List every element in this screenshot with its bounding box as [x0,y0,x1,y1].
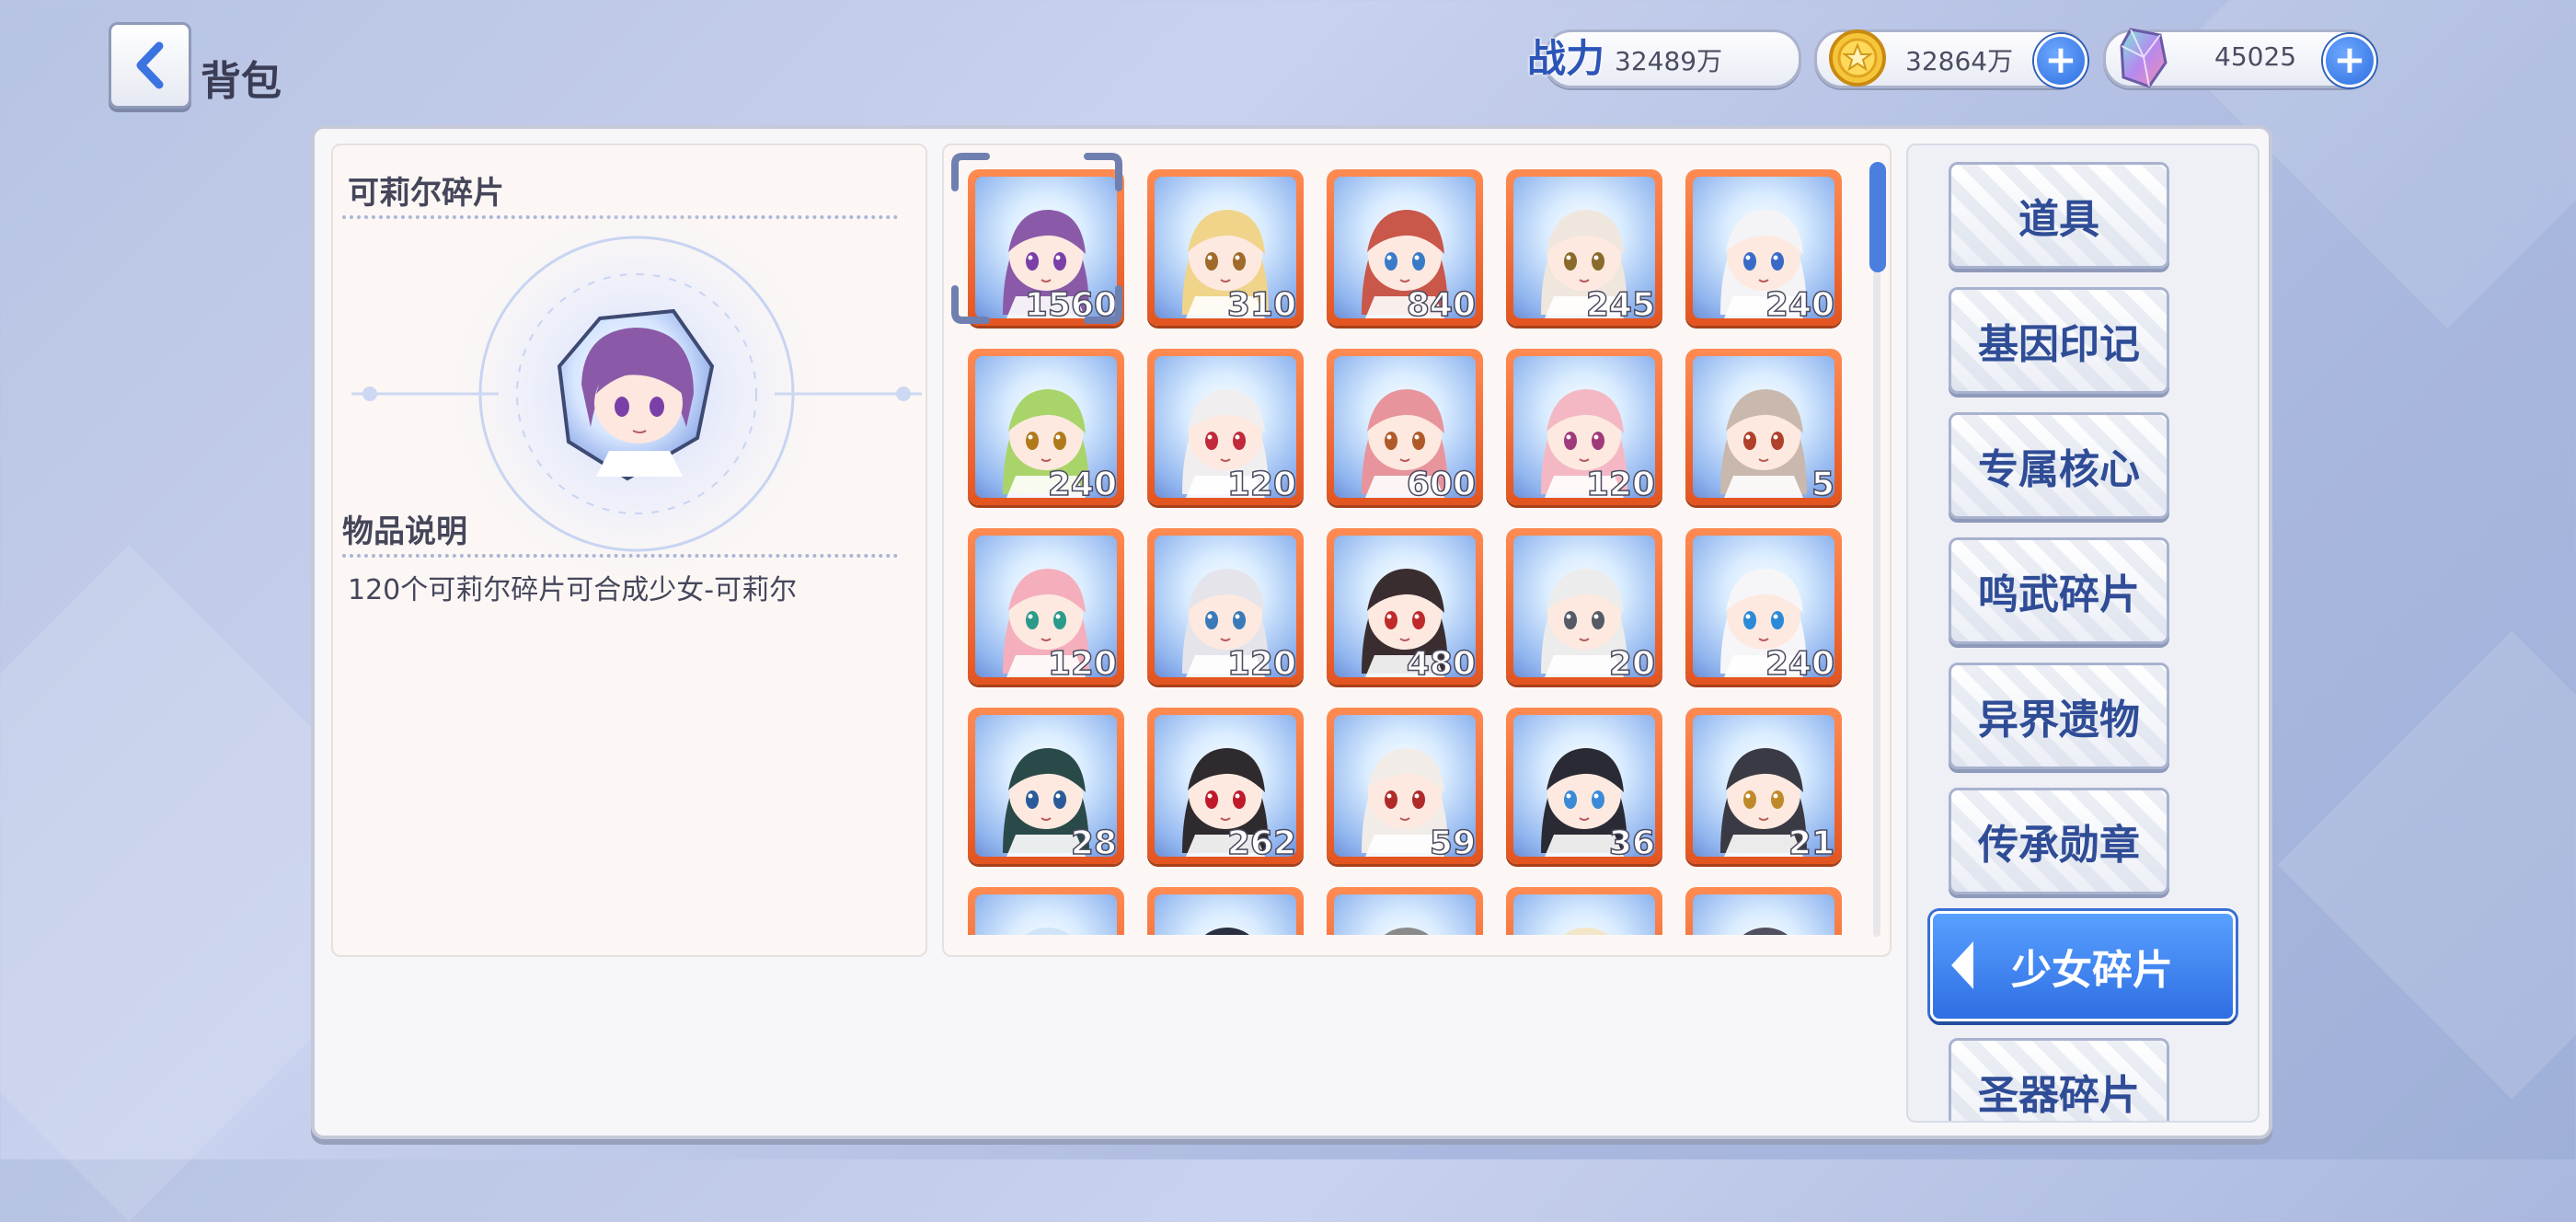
shard-item-tile[interactable]: 20 [1506,528,1662,685]
shard-count: 240 [1765,285,1835,325]
character-portrait [1693,894,1834,935]
category-tab-label: 少女碎片 [2011,947,2173,994]
category-tab-label: 专属核心 [1978,446,2140,493]
back-button[interactable] [109,22,191,109]
shard-item-tile[interactable] [1147,887,1304,935]
shard-count: 262 [1226,824,1297,863]
category-tab[interactable]: 鸣武碎片 [1949,537,2169,644]
character-portrait [1513,894,1655,935]
category-tab[interactable]: 少女碎片 [1930,911,2236,1021]
category-tab-label: 异界遗物 [1978,697,2140,744]
chibi-avatar-icon [1385,928,1429,935]
character-portrait [1155,894,1296,935]
shard-item-tile[interactable]: 480 [1327,528,1483,685]
shard-count: 240 [1047,465,1118,504]
shard-count: 120 [1226,644,1297,684]
power-value: 32489万 [1615,46,1723,76]
character-portrait [975,894,1117,935]
shard-item-tile[interactable]: 36 [1506,708,1662,864]
shard-item-tile[interactable]: 21 [1685,708,1842,864]
shard-item-tile[interactable]: 5 [1685,349,1842,505]
crystal-gem-icon [2120,28,2168,88]
shard-item-tile[interactable]: 600 [1327,349,1483,505]
shard-item-tile[interactable]: 28 [968,708,1124,864]
shard-item-tile[interactable]: 120 [1147,528,1304,685]
shard-item-tile[interactable]: 840 [1327,169,1483,326]
shard-count: 5 [1811,465,1835,504]
shard-item-tile[interactable]: 120 [968,528,1124,685]
shard-item-tile[interactable]: 240 [1685,169,1842,326]
chibi-avatar-icon [1205,928,1249,935]
description-label: 物品说明 [342,513,467,550]
category-tab[interactable]: 圣器碎片 [1949,1038,2169,1121]
shard-count: 240 [1765,644,1835,684]
shard-count: 310 [1226,285,1297,325]
shard-item-tile[interactable]: 59 [1327,708,1483,864]
background-shape [2277,630,2576,1100]
item-description: 120个可莉尔碎片可合成少女-可莉尔 [348,574,798,606]
shard-item-tile[interactable]: 310 [1147,169,1304,326]
shard-item-tile[interactable]: 120 [1506,349,1662,505]
grid-scrollbar-track[interactable] [1873,164,1880,937]
shard-item-tile[interactable] [968,887,1124,935]
category-tab[interactable]: 基因印记 [1949,287,2169,394]
item-grid: 1560 310 840 245 240 240 120 600 120 5 120 120 480 20… [944,145,1864,935]
selection-frame-icon [951,153,1122,324]
shard-count: 21 [1788,824,1835,863]
item-name: 可莉尔碎片 [348,175,504,212]
chibi-avatar-icon [1564,928,1608,935]
shard-item-tile[interactable] [1327,887,1483,935]
chibi-avatar-icon [1743,928,1788,935]
category-tab-label: 基因印记 [1978,321,2140,368]
category-tab[interactable]: 专属核心 [1949,412,2169,519]
shard-count: 840 [1406,285,1477,325]
shard-count: 120 [1047,644,1118,684]
add-gold-button[interactable]: + [2034,34,2087,87]
shard-item-tile[interactable]: 120 [1147,349,1304,505]
gold-value: 32864万 [1905,46,2014,76]
shard-count: 600 [1406,465,1477,504]
gem-value: 45025 [2214,41,2297,72]
item-grid-panel: 1560 310 840 245 240 240 120 600 120 5 120 120 480 20… [942,144,1892,957]
chevron-left-icon [136,41,164,89]
grid-scrollbar-thumb[interactable] [1869,162,1886,272]
shard-item-tile[interactable] [1685,887,1842,935]
category-tab-label: 道具 [2018,196,2099,243]
inventory-panel: 可莉尔碎片 物品说明 120个可莉尔碎片可合成少女-可莉尔 1560 310 8… [311,125,2272,1139]
category-menu: 道具基因印记专属核心鸣武碎片异界遗物传承勋章少女碎片圣器碎片 [1906,144,2260,1123]
category-tab-label: 鸣武碎片 [1978,571,2140,618]
shard-item-tile[interactable]: 240 [1685,528,1842,685]
shard-count: 480 [1406,644,1477,684]
shard-count: 20 [1608,644,1656,684]
category-tab[interactable]: 传承勋章 [1949,788,2169,894]
category-tab[interactable]: 异界遗物 [1949,663,2169,769]
shard-item-tile[interactable] [1506,887,1662,935]
item-detail-panel: 可莉尔碎片 物品说明 120个可莉尔碎片可合成少女-可莉尔 [331,144,927,957]
chevron-left-icon [1951,941,1973,989]
page-title: 背包 [201,58,282,105]
shard-count: 59 [1429,824,1477,863]
shard-item-tile[interactable]: 245 [1506,169,1662,326]
character-portrait [1334,894,1476,935]
shard-item-tile[interactable]: 240 [968,349,1124,505]
category-tab[interactable]: 道具 [1949,162,2169,269]
chibi-avatar-icon [1026,928,1070,935]
shard-count: 120 [1226,465,1297,504]
shard-count: 28 [1070,824,1118,863]
gold-coin-icon [1829,29,1886,86]
shard-count: 36 [1608,824,1656,863]
add-gem-button[interactable]: + [2323,34,2376,87]
shard-count: 120 [1585,465,1656,504]
divider [342,554,898,558]
shard-count: 245 [1585,285,1656,325]
shard-item-tile[interactable]: 262 [1147,708,1304,864]
power-icon: 战力 [1527,36,1605,81]
category-tab-label: 圣器碎片 [1978,1072,2140,1119]
category-tab-label: 传承勋章 [1978,822,2140,869]
